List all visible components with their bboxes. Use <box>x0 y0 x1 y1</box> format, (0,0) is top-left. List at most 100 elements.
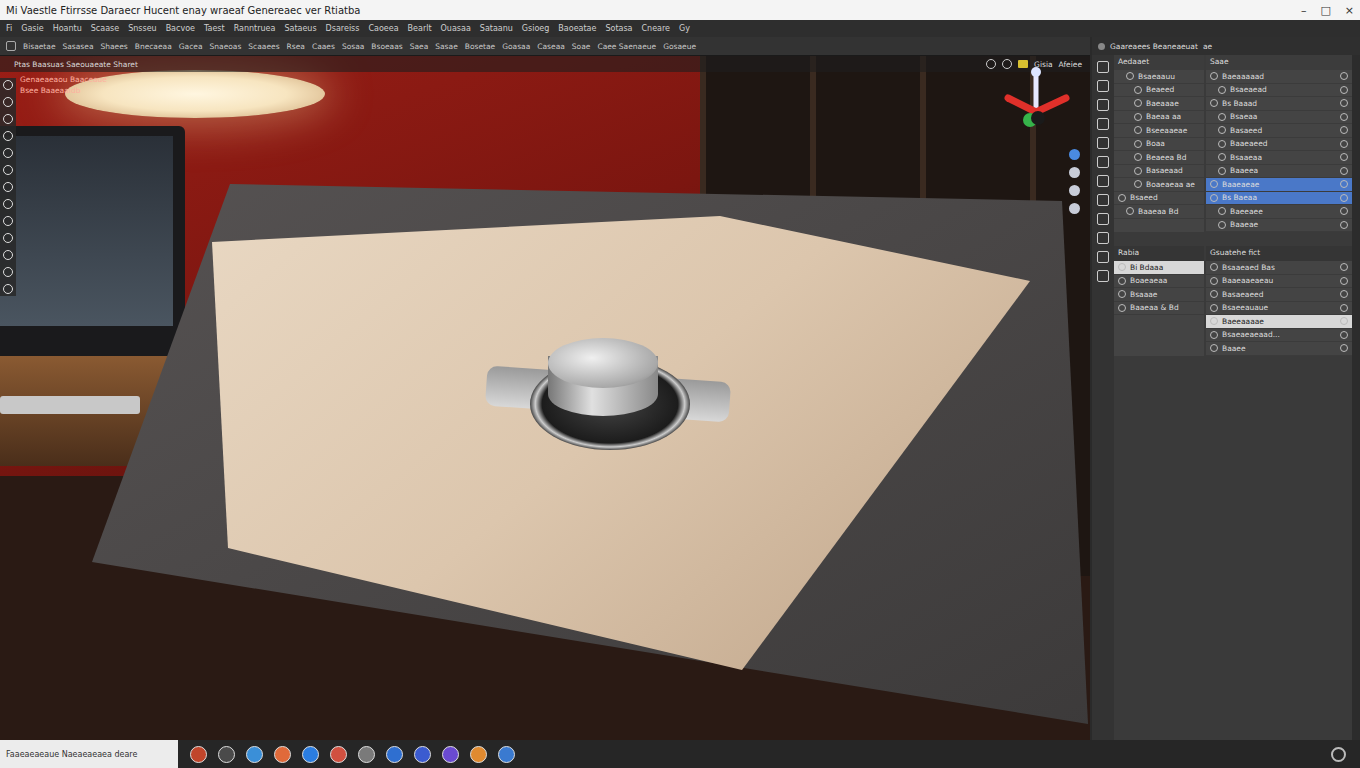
visibility-icon[interactable] <box>1340 140 1348 148</box>
outliner-row[interactable]: Bsaeed <box>1114 192 1204 206</box>
tool-icon[interactable] <box>3 199 13 209</box>
outliner-row[interactable]: Bsaeaa <box>1206 111 1352 125</box>
menu-item[interactable]: Cneare <box>642 24 671 33</box>
tool-icon[interactable] <box>3 165 13 175</box>
panel-tab-icon[interactable] <box>1097 232 1109 244</box>
toolbar-item[interactable]: Caseaa <box>537 42 565 51</box>
toolbar-item[interactable]: Saea <box>410 42 429 51</box>
toggle-icon[interactable] <box>1340 331 1348 339</box>
outliner-row[interactable]: Beaeed <box>1114 84 1204 98</box>
camera-icon[interactable] <box>1069 149 1080 160</box>
menu-item[interactable]: Baoeatae <box>558 24 596 33</box>
outliner-row[interactable]: Baeaaae <box>1114 97 1204 111</box>
toggle-icon[interactable] <box>1340 304 1348 312</box>
navigation-gizmo-icon[interactable] <box>996 64 1076 144</box>
toolbar-item[interactable]: Rsea <box>287 42 305 51</box>
menu-item[interactable]: Gy <box>679 24 690 33</box>
menu-item[interactable]: Gasie <box>21 24 43 33</box>
outliner-row[interactable]: Basaeaad <box>1114 165 1204 179</box>
property-row[interactable]: Baaee <box>1206 342 1352 356</box>
menu-item[interactable]: Bacvoe <box>166 24 195 33</box>
app-icon[interactable] <box>302 746 319 763</box>
pan-icon[interactable] <box>1069 185 1080 196</box>
panel-tab-icon[interactable] <box>1097 99 1109 111</box>
outliner-row[interactable]: Baeaa aa <box>1114 111 1204 125</box>
visibility-icon[interactable] <box>1340 207 1348 215</box>
menu-item[interactable]: Dsareiss <box>326 24 360 33</box>
viewport-menu[interactable]: Ptas Baasuas Saeouaeate Sharet <box>14 60 138 69</box>
overlay-icon[interactable] <box>1002 59 1012 69</box>
property-row[interactable]: Bi Bdaaa <box>1114 261 1204 275</box>
app-icon[interactable] <box>470 746 487 763</box>
toolbar-item[interactable]: Bisaetae <box>23 42 56 51</box>
property-row[interactable]: Baaeaa & Bd <box>1114 302 1204 316</box>
view-icon[interactable] <box>986 59 996 69</box>
menu-item[interactable]: Bearlt <box>408 24 432 33</box>
visibility-icon[interactable] <box>1340 221 1348 229</box>
tool-icon[interactable] <box>3 216 13 226</box>
panel-tab-icon[interactable] <box>1097 194 1109 206</box>
tool-icon[interactable] <box>3 114 13 124</box>
toggle-icon[interactable] <box>1340 277 1348 285</box>
app-icon[interactable] <box>274 746 291 763</box>
settings-icon[interactable] <box>1331 747 1346 762</box>
toolbar-item[interactable]: Goasaa <box>502 42 530 51</box>
app-icon[interactable] <box>498 746 515 763</box>
panel-tab-icon[interactable] <box>1097 80 1109 92</box>
window-control-button[interactable]: – <box>1301 4 1307 17</box>
visibility-icon[interactable] <box>1340 194 1348 202</box>
toolbar-item[interactable]: Scaaees <box>248 42 279 51</box>
panel-tab-icon[interactable] <box>1097 213 1109 225</box>
panel-tab-icon[interactable] <box>1097 251 1109 263</box>
outliner-row[interactable]: Baaeaeed <box>1206 138 1352 152</box>
toolbar-item[interactable]: Bsoeaas <box>371 42 402 51</box>
app-icon[interactable] <box>358 746 375 763</box>
toolbar-item[interactable]: Bosetae <box>465 42 495 51</box>
property-row[interactable]: Boaeaeaa <box>1114 275 1204 289</box>
toolbar-item[interactable]: Soae <box>572 42 591 51</box>
orbit-icon[interactable] <box>1069 203 1080 214</box>
menu-item[interactable]: Sotasa <box>605 24 632 33</box>
toolbar-item[interactable]: Snaeoas <box>210 42 242 51</box>
property-row[interactable]: Bsaeaeaeaad... <box>1206 329 1352 343</box>
panel-tab-icon[interactable] <box>1097 175 1109 187</box>
visibility-icon[interactable] <box>1340 86 1348 94</box>
menu-item[interactable]: Snsseu <box>128 24 156 33</box>
visibility-icon[interactable] <box>1340 167 1348 175</box>
toolbar-item[interactable]: Sosaa <box>342 42 364 51</box>
app-icon[interactable] <box>330 746 347 763</box>
outliner-row[interactable]: Bseeaaeae <box>1114 124 1204 138</box>
toolbar-item[interactable]: Caee Saenaeue <box>597 42 656 51</box>
app-icon[interactable] <box>414 746 431 763</box>
window-control-button[interactable]: □ <box>1320 4 1330 17</box>
viewport[interactable]: Ptas Baasuas Saeouaeate SharetGisiaAfeie… <box>0 56 1090 740</box>
shading-icon[interactable] <box>1018 60 1028 68</box>
app-icon[interactable] <box>190 746 207 763</box>
property-row[interactable]: Bsaaae <box>1114 288 1204 302</box>
outliner-row[interactable]: Baeaaaaad <box>1206 70 1352 84</box>
viewport-option[interactable]: Afeiee <box>1059 60 1082 69</box>
outliner-row[interactable]: Bsaeaauu <box>1114 70 1204 84</box>
tool-icon[interactable] <box>3 131 13 141</box>
property-row[interactable]: Bsaaeaed Bas <box>1206 261 1352 275</box>
outliner-row[interactable]: Basaeed <box>1206 124 1352 138</box>
menu-item[interactable]: Sataeus <box>284 24 316 33</box>
property-row[interactable]: Basaeaeed <box>1206 288 1352 302</box>
property-row[interactable]: Baeeaaaae <box>1206 315 1352 329</box>
panel-tab-icon[interactable] <box>1097 61 1109 73</box>
outliner-row[interactable]: Beaeea Bd <box>1114 151 1204 165</box>
tool-icon[interactable] <box>3 233 13 243</box>
panel-tab-icon[interactable] <box>1097 156 1109 168</box>
toggle-icon[interactable] <box>1340 344 1348 352</box>
outliner-row[interactable]: Bs Baeaa <box>1206 192 1352 206</box>
visibility-icon[interactable] <box>1340 99 1348 107</box>
outliner-row[interactable]: Bsaeaead <box>1206 84 1352 98</box>
visibility-icon[interactable] <box>1340 113 1348 121</box>
property-row[interactable]: Baaeaaeaeau <box>1206 275 1352 289</box>
menu-item[interactable]: Sataanu <box>480 24 513 33</box>
visibility-icon[interactable] <box>1340 180 1348 188</box>
zoom-icon[interactable] <box>1069 167 1080 178</box>
window-control-button[interactable]: × <box>1345 4 1354 17</box>
tool-icon[interactable] <box>3 182 13 192</box>
outliner-row[interactable]: Bsaaeaa <box>1206 151 1352 165</box>
